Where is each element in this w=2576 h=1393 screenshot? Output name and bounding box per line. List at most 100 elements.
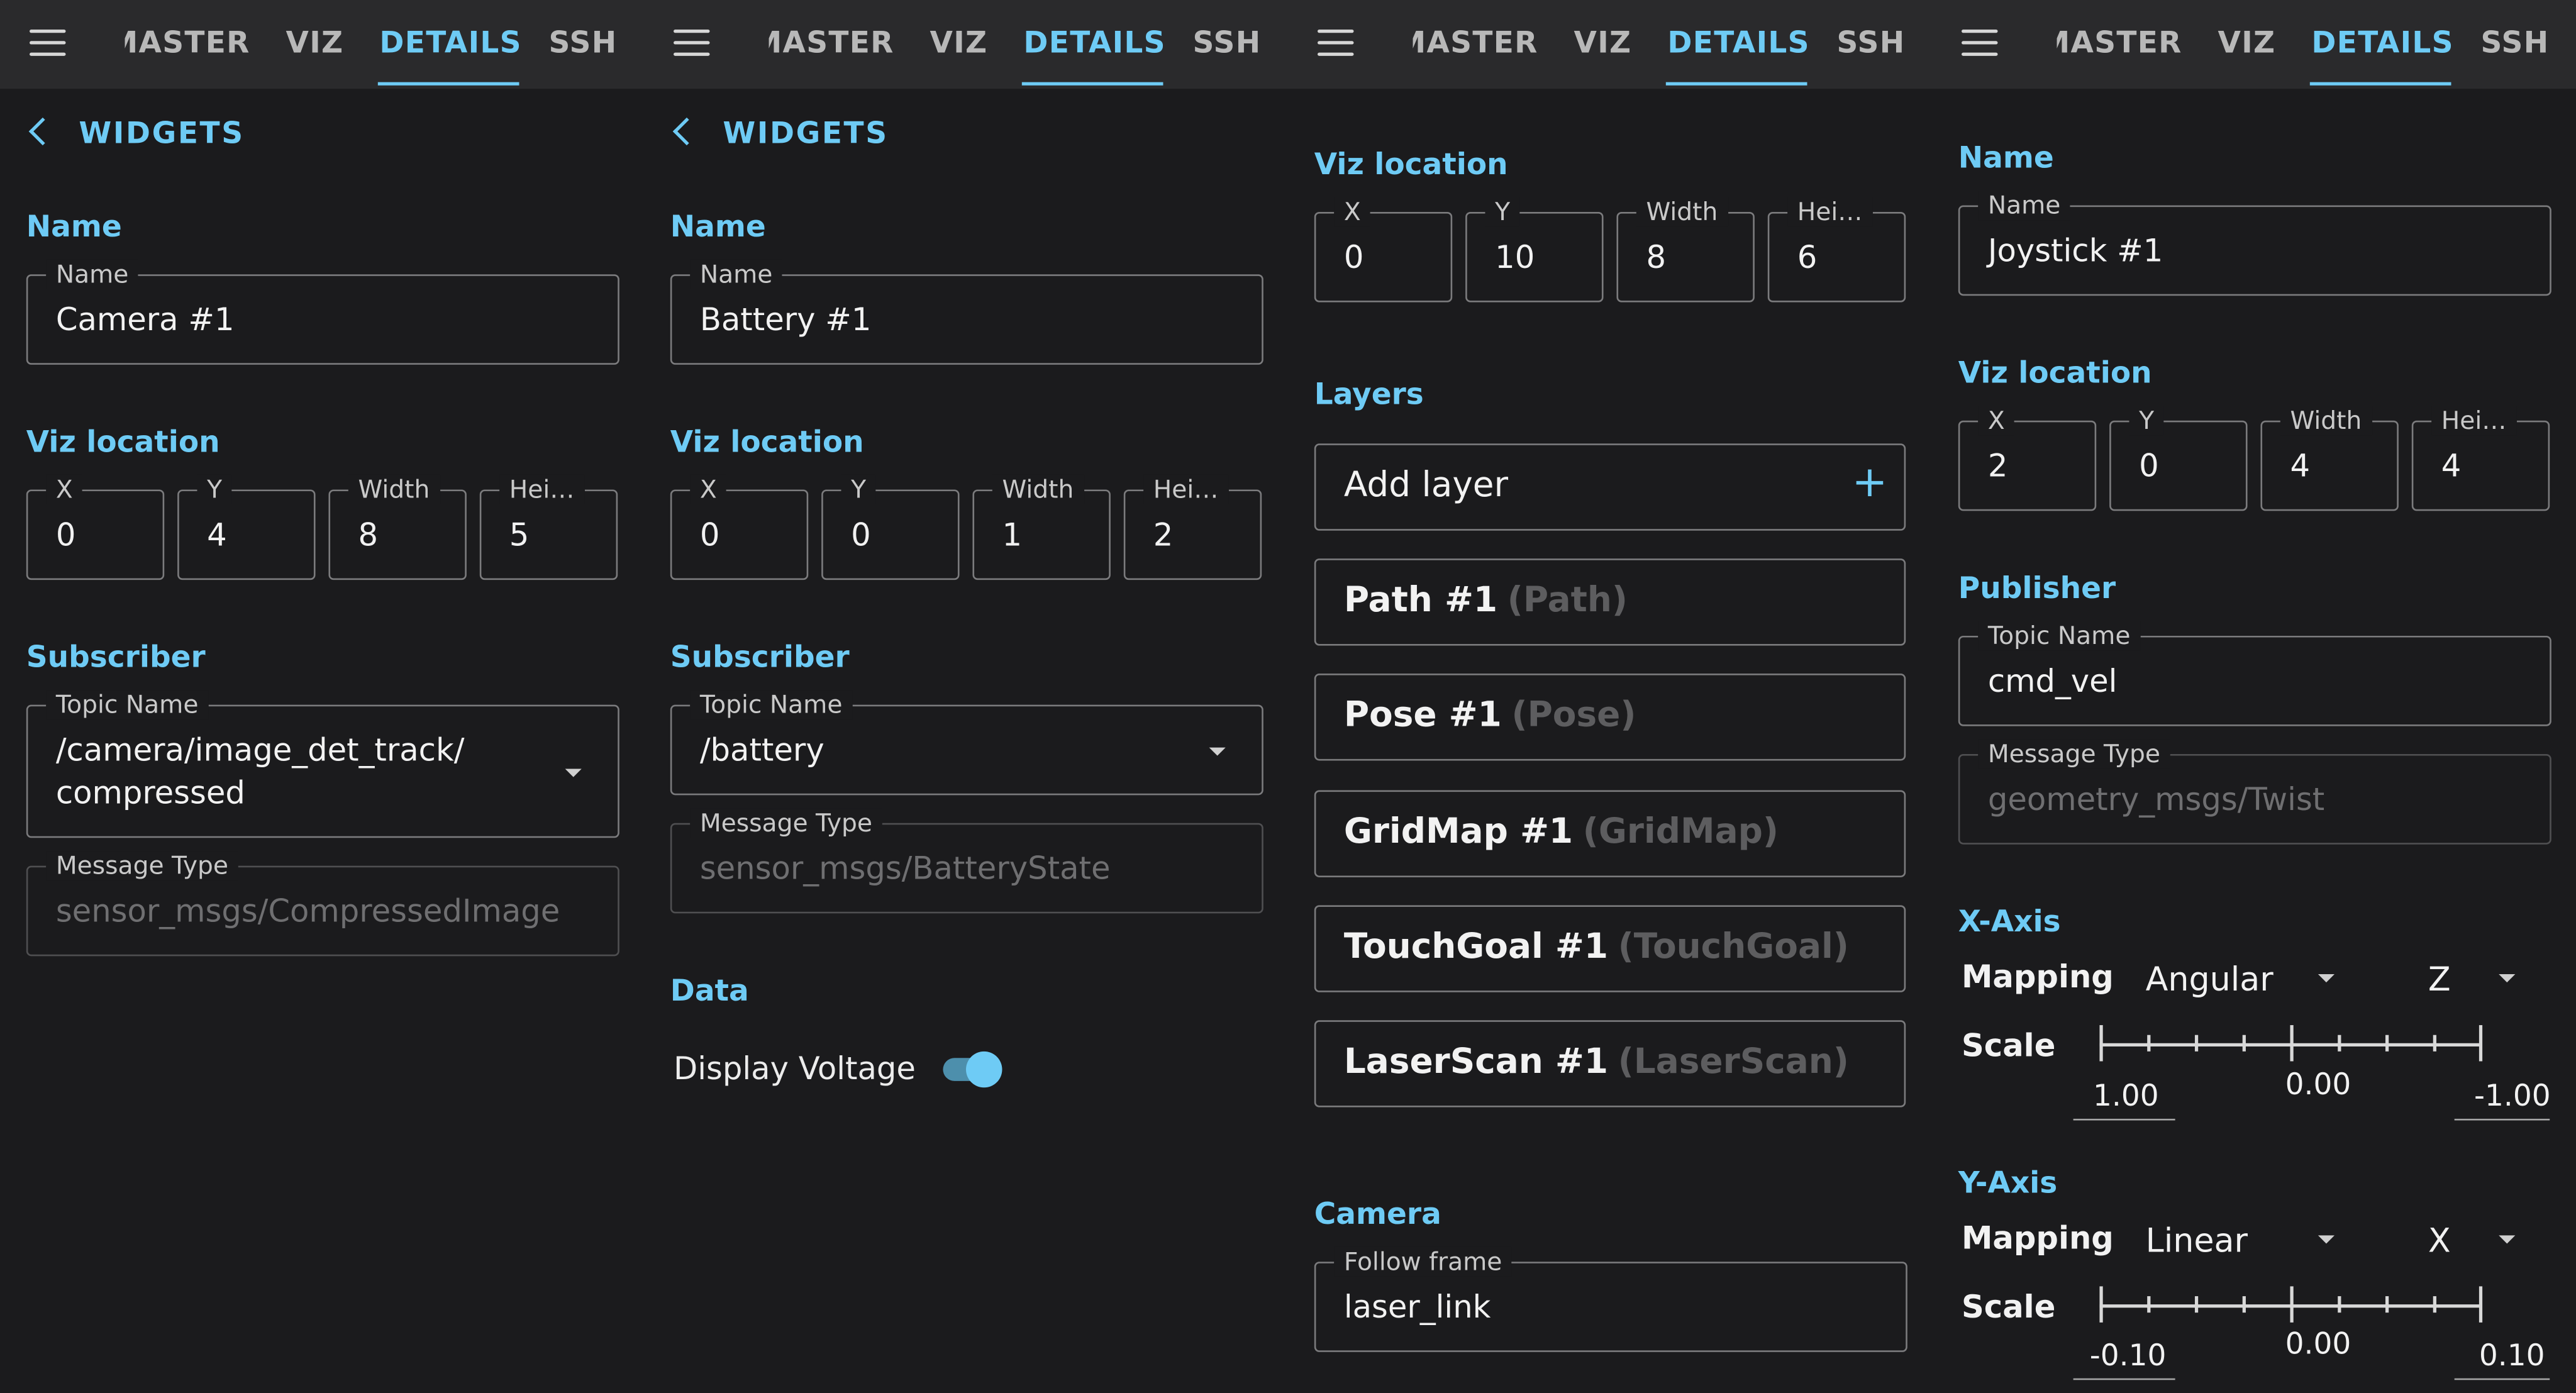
tab-details[interactable]: DETAILS [379, 26, 521, 61]
y-scale-slider[interactable] [2099, 1286, 2482, 1323]
battery-details-panel: MASTER VIZ DETAILS SSH WIDGETS Name Name… [644, 0, 1289, 1393]
viz-y-field[interactable]: Y 4 [177, 474, 316, 580]
follow-frame-field[interactable]: Follow frame laser_link [1314, 1246, 1907, 1352]
viz-height-field[interactable]: Hei… 2 [1123, 474, 1262, 580]
x-mapping-select[interactable]: Angular [2146, 960, 2273, 999]
viz-width-value: 8 [1646, 240, 1667, 276]
display-voltage-label: Display Voltage [674, 1051, 916, 1088]
viz-x-field[interactable]: X 0 [1314, 197, 1453, 302]
y-scale-max-input[interactable]: 0.10 [2479, 1339, 2545, 1374]
slider-tick [2099, 1025, 2102, 1062]
caret-down-icon[interactable] [2318, 974, 2335, 983]
name-field-label: Name [46, 259, 139, 289]
viz-height-field[interactable]: Hei… 4 [2411, 406, 2550, 511]
message-type-field: Message Type sensor_msgs/BatteryState [670, 808, 1263, 914]
tab-viz[interactable]: VIZ [2218, 26, 2276, 61]
message-type-value: geometry_msgs/Twist [1987, 782, 2325, 818]
viz-x-value: 2 [1987, 448, 2008, 485]
menu-icon[interactable] [674, 30, 710, 56]
tab-viz[interactable]: VIZ [286, 26, 344, 61]
viz-x-label: X [1334, 197, 1371, 227]
tab-details[interactable]: DETAILS [1667, 26, 1809, 61]
viz-height-field[interactable]: Hei… 5 [479, 474, 618, 580]
caret-down-icon[interactable] [1209, 747, 1226, 756]
topic-name-select[interactable]: Topic Name /battery [670, 690, 1263, 796]
viz-location-title: Viz location [1314, 148, 1508, 182]
name-field[interactable]: Name Camera #1 [26, 259, 619, 365]
viz-x-field[interactable]: X 2 [1958, 406, 2097, 511]
tab-details[interactable]: DETAILS [1023, 26, 1165, 61]
topic-name-select[interactable]: Topic Name /camera/image_det_track/ comp… [26, 690, 619, 838]
caret-down-icon[interactable] [565, 769, 582, 777]
x-axis-component-select[interactable]: Z [2428, 960, 2451, 999]
layer-item-path[interactable]: Path #1 (Path) [1314, 558, 1906, 646]
display-voltage-toggle[interactable] [943, 1051, 1005, 1088]
tab-master[interactable]: MASTER [125, 26, 250, 61]
app-bar: MASTER VIZ DETAILS SSH [1932, 0, 2576, 89]
x-scale-slider[interactable] [2099, 1025, 2482, 1062]
tab-master[interactable]: MASTER [769, 26, 894, 61]
name-field[interactable]: Name Joystick #1 [1958, 191, 2551, 296]
follow-frame-value: laser_link [1343, 1289, 1491, 1326]
menu-icon[interactable] [1318, 30, 1354, 56]
layer-item-touchgoal[interactable]: TouchGoal #1 (TouchGoal) [1314, 905, 1906, 992]
viz-height-value: 4 [2441, 448, 2462, 485]
tab-details[interactable]: DETAILS [2311, 26, 2453, 61]
tab-ssh[interactable]: SSH [548, 26, 617, 61]
viz-width-field[interactable]: Width 1 [972, 474, 1111, 580]
viz-height-field[interactable]: Hei… 6 [1767, 197, 1906, 302]
layer-item-pose[interactable]: Pose #1 (Pose) [1314, 674, 1906, 761]
tab-master[interactable]: MASTER [2057, 26, 2182, 61]
caret-down-icon[interactable] [2499, 1235, 2516, 1244]
layer-type: (Path) [1507, 580, 1628, 619]
y-mapping-select[interactable]: Linear [2146, 1221, 2248, 1260]
slider-tick [2479, 1025, 2482, 1062]
layer-item-gridmap[interactable]: GridMap #1 (GridMap) [1314, 790, 1906, 877]
topic-name-field[interactable]: Topic Name cmd_vel [1958, 621, 2551, 726]
viz-width-field[interactable]: Width 4 [2260, 406, 2399, 511]
viz-width-field[interactable]: Width 8 [328, 474, 467, 580]
viz-y-label: Y [1485, 197, 1520, 227]
viz-x-field[interactable]: X 0 [670, 474, 809, 580]
menu-icon[interactable] [30, 30, 66, 56]
slider-tick [2290, 1025, 2293, 1062]
viz-x-value: 0 [55, 517, 76, 554]
message-type-field: Message Type geometry_msgs/Twist [1958, 739, 2551, 845]
add-layer-button[interactable]: Add layer + [1314, 443, 1906, 531]
viz-height-label: Hei… [1143, 474, 1229, 504]
tab-viz[interactable]: VIZ [1574, 26, 1632, 61]
x-scale-min-input[interactable]: 1.00 [2093, 1079, 2159, 1114]
layer-item-laserscan[interactable]: LaserScan #1 (LaserScan) [1314, 1020, 1906, 1107]
input-underline [2454, 1378, 2550, 1380]
layer-type: (TouchGoal) [1618, 926, 1849, 967]
layer-type: (LaserScan) [1618, 1041, 1849, 1081]
tab-ssh[interactable]: SSH [2480, 26, 2549, 61]
topic-name-value: /battery [699, 733, 824, 769]
menu-icon[interactable] [1962, 30, 1998, 56]
x-scale-max-input[interactable]: -1.00 [2474, 1079, 2551, 1114]
viz-y-field[interactable]: Y 0 [2109, 406, 2248, 511]
tab-viz[interactable]: VIZ [930, 26, 988, 61]
viz-y-value: 10 [1495, 240, 1535, 276]
tab-master[interactable]: MASTER [1413, 26, 1538, 61]
y-axis-component-select[interactable]: X [2428, 1221, 2451, 1260]
viz-y-field[interactable]: Y 0 [821, 474, 960, 580]
viz-y-field[interactable]: Y 10 [1465, 197, 1604, 302]
follow-frame-label: Follow frame [1334, 1246, 1513, 1277]
back-label: WIDGETS [723, 116, 889, 152]
y-scale-label: Scale [1962, 1289, 2056, 1326]
topic-name-value: /camera/image_det_track/ compressed [55, 733, 465, 812]
caret-down-icon[interactable] [2499, 974, 2516, 983]
tab-ssh[interactable]: SSH [1192, 26, 1261, 61]
name-field[interactable]: Name Battery #1 [670, 259, 1263, 365]
viz-width-field[interactable]: Width 8 [1616, 197, 1755, 302]
tab-ssh[interactable]: SSH [1836, 26, 1905, 61]
message-type-label: Message Type [1978, 739, 2170, 769]
chevron-left-icon [28, 117, 57, 146]
viz-x-field[interactable]: X 0 [26, 474, 165, 580]
caret-down-icon[interactable] [2318, 1235, 2335, 1244]
viz-y-value: 4 [207, 517, 227, 554]
y-scale-min-input[interactable]: -0.10 [2090, 1339, 2167, 1374]
active-tab-indicator [377, 82, 519, 86]
x-axis-title: X-Axis [1958, 905, 2061, 940]
